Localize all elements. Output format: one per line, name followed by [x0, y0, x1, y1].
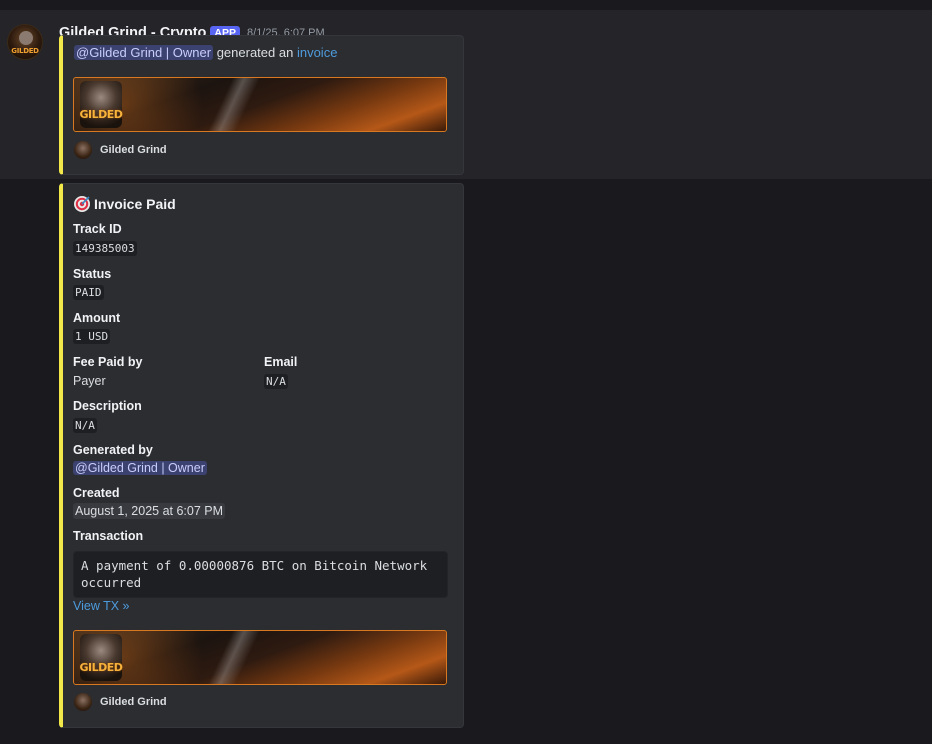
footer-logo-icon — [74, 693, 92, 711]
track-id-code: 149385003 — [73, 241, 137, 256]
embed-description: @Gilded Grind | Owner generated an invoi… — [74, 45, 337, 60]
view-tx-link[interactable]: View TX » — [73, 599, 130, 613]
title-text: Invoice Paid — [94, 196, 176, 212]
avatar-logo-text: GILDED — [11, 47, 39, 55]
bot-avatar[interactable]: GILDED — [7, 24, 43, 60]
invoice-embed: @Gilded Grind | Owner generated an invoi… — [59, 35, 464, 175]
embed-banner-image[interactable]: GILDED — [73, 630, 447, 685]
footer-text: Gilded Grind — [100, 696, 167, 708]
transaction-codeblock: A payment of 0.00000876 BTC on Bitcoin N… — [73, 551, 448, 598]
email-code: N/A — [264, 374, 288, 389]
embed-banner-image[interactable]: GILDED — [73, 77, 447, 132]
field-fee-label: Fee Paid by — [73, 355, 143, 369]
field-transaction-label: Transaction — [73, 529, 144, 543]
avatar-figure — [19, 31, 33, 45]
invoice-link[interactable]: invoice — [297, 45, 337, 60]
created-timestamp[interactable]: August 1, 2025 at 6:07 PM — [73, 503, 226, 519]
embed-footer: Gilded Grind — [74, 693, 167, 711]
embed-title: Invoice Paid — [73, 195, 176, 213]
field-status-label: Status — [73, 267, 112, 281]
field-created-value: August 1, 2025 at 6:07 PM — [73, 503, 226, 519]
field-email-label: Email — [264, 355, 298, 369]
invoice-paid-embed: Invoice Paid Track ID 149385003 Status P… — [59, 183, 464, 728]
user-mention[interactable]: @Gilded Grind | Owner — [74, 45, 214, 60]
field-track-id-value: 149385003 — [73, 241, 137, 256]
top-strip — [0, 0, 932, 10]
field-track-id-label: Track ID — [73, 222, 122, 236]
field-generated-label: Generated by — [73, 443, 153, 457]
target-icon — [74, 196, 90, 212]
status-code: PAID — [73, 285, 104, 300]
banner-logo-text: GILDED — [79, 661, 123, 674]
field-amount-label: Amount — [73, 311, 121, 325]
description-code: N/A — [73, 418, 97, 433]
field-fee-value: Payer — [73, 374, 106, 388]
field-created-label: Created — [73, 486, 120, 500]
embed-footer: Gilded Grind — [74, 141, 167, 159]
footer-text: Gilded Grind — [100, 144, 167, 156]
field-email-value: N/A — [264, 374, 288, 389]
message-row-1: GILDED Gilded Grind - Crypto APP 8/1/25,… — [0, 10, 932, 179]
field-description-value: N/A — [73, 418, 97, 433]
amount-code: 1 USD — [73, 329, 111, 344]
field-generated-value: @Gilded Grind | Owner — [73, 461, 207, 475]
field-description-label: Description — [73, 399, 142, 413]
banner-logo-text: GILDED — [79, 108, 123, 121]
description-text: generated an — [216, 45, 294, 60]
footer-logo-icon — [74, 141, 92, 159]
generated-by-mention[interactable]: @Gilded Grind | Owner — [73, 461, 207, 475]
field-amount-value: 1 USD — [73, 329, 111, 344]
field-status-value: PAID — [73, 285, 104, 300]
